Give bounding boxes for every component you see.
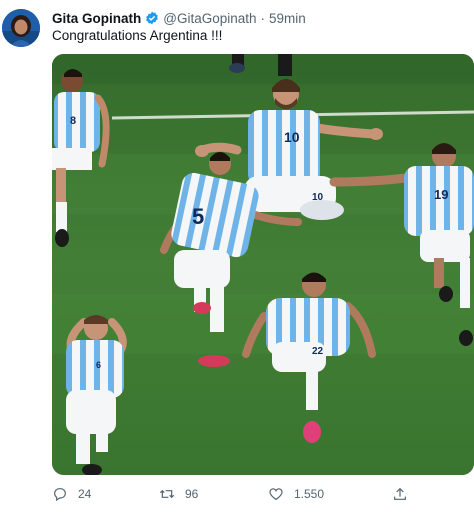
avatar[interactable] xyxy=(2,9,40,47)
retweet-icon xyxy=(159,489,175,499)
verified-badge-icon xyxy=(145,11,159,25)
tweet-photo[interactable]: 8 10 10 19 5 22 6 xyxy=(52,54,474,475)
reply-count: 24 xyxy=(78,487,92,501)
player-number: 8 xyxy=(70,115,76,127)
separator-dot: · xyxy=(260,10,266,26)
player-number: 5 xyxy=(192,204,204,229)
like-icon xyxy=(269,488,283,501)
retweet-count: 96 xyxy=(185,487,199,501)
player-number: 10 xyxy=(284,129,300,145)
player-number: 6 xyxy=(96,360,101,370)
svg-text:10: 10 xyxy=(312,192,324,203)
player-number: 19 xyxy=(434,187,448,202)
author-name[interactable]: Gita Gopinath xyxy=(52,11,141,26)
reply-button[interactable]: 24 xyxy=(52,486,91,502)
like-count: 1.550 xyxy=(294,487,325,501)
tweet-header: Gita Gopinath @GitaGopinath · 59min xyxy=(52,8,468,28)
share-button[interactable] xyxy=(392,486,418,502)
tweet-text: Congratulations Argentina !!! xyxy=(52,28,223,43)
tweet-time[interactable]: 59min xyxy=(269,11,306,26)
retweet-button[interactable]: 96 xyxy=(159,486,198,502)
player-number: 22 xyxy=(312,346,324,357)
share-icon xyxy=(394,487,406,500)
author-handle[interactable]: @GitaGopinath xyxy=(163,11,256,26)
tweet-actions: 24 96 1.550 xyxy=(52,486,474,506)
like-button[interactable]: 1.550 xyxy=(268,486,324,502)
reply-icon xyxy=(54,488,66,502)
